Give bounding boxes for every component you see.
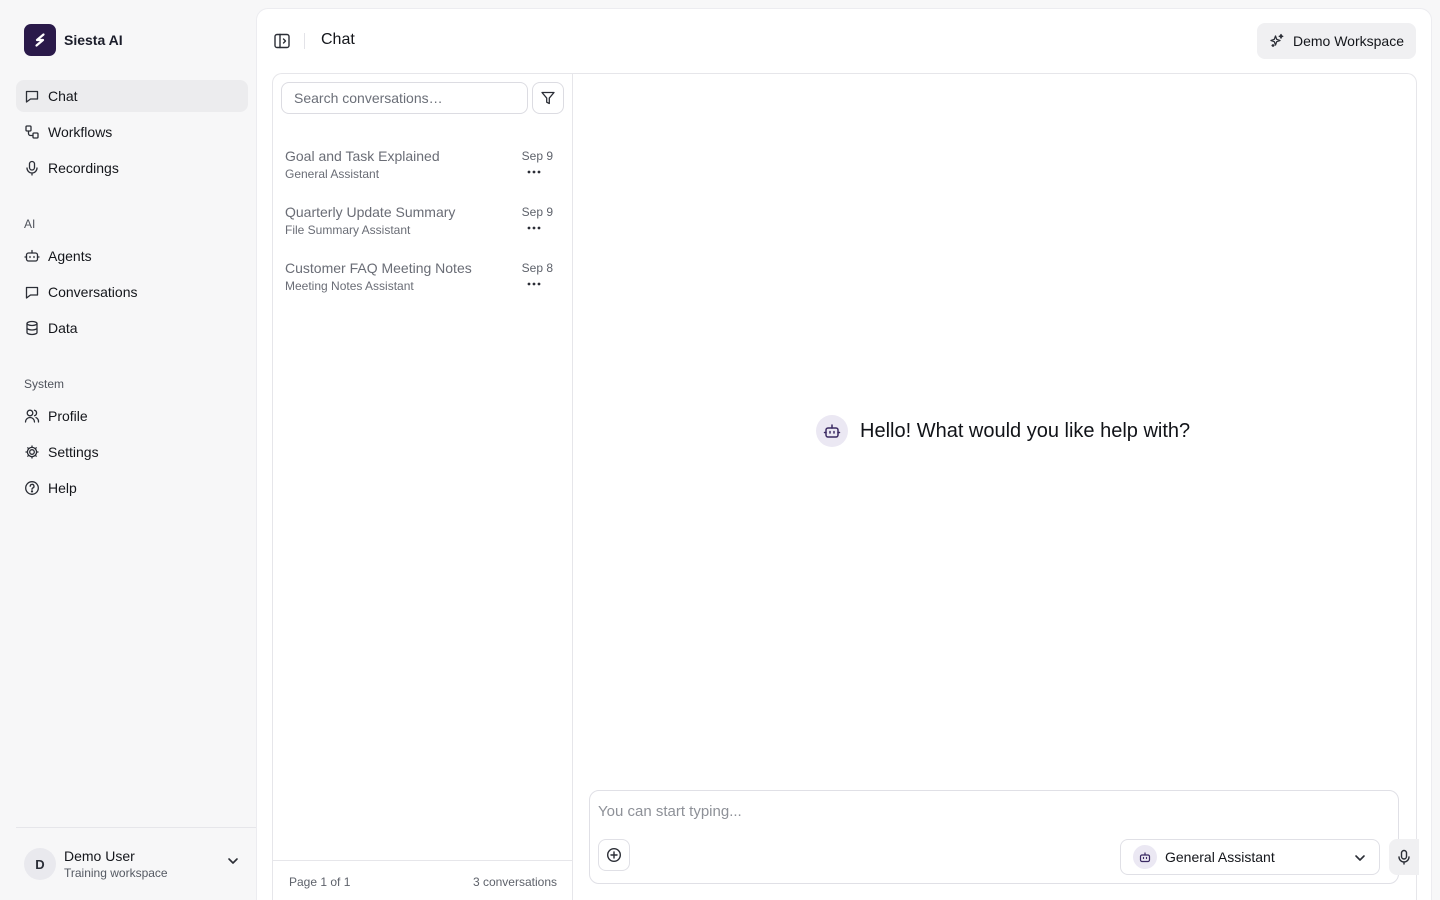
user-workspace: Training workspace [64,866,168,880]
sidebar-toggle-icon[interactable] [273,32,291,50]
plus-circle-icon [606,847,622,863]
sidebar-item-agents[interactable]: Agents [16,240,248,272]
sidebar-item-label: Chat [48,88,78,104]
sidebar-item-data[interactable]: Data [16,312,248,344]
bot-avatar [816,415,848,447]
message-composer: General Assistant [589,790,1419,884]
conversation-date: Sep 9 [521,205,553,219]
conversation-agent: File Summary Assistant [285,223,411,237]
add-attachment-button[interactable] [598,839,630,871]
brand-name: Siesta AI [64,32,123,48]
list-item[interactable]: Quarterly Update Summary File Summary As… [273,202,573,258]
list-item[interactable]: Goal and Task Explained General Assistan… [273,146,573,202]
microphone-icon [1396,849,1412,865]
sidebar-item-label: Workflows [48,124,113,140]
chat-area: Hello! What would you like help with? Ge… [573,74,1419,900]
sidebar-item-label: Data [48,320,78,336]
ai-nav: Agents Conversations Data [16,240,248,348]
database-icon [24,320,40,336]
avatar: D [24,848,56,880]
conversation-list: Goal and Task Explained General Assistan… [273,146,573,314]
section-label-system: System [24,377,65,391]
workflow-icon [24,124,40,140]
sidebar-item-label: Profile [48,408,88,424]
greeting: Hello! What would you like help with? [816,415,1190,447]
page-title: Chat [321,31,355,48]
sidebar: Siesta AI Chat Workflows Recordings AI A… [0,0,256,900]
agent-select[interactable]: General Assistant [1120,839,1380,875]
sidebar-item-recordings[interactable]: Recordings [16,152,248,184]
chat-bubble-icon [24,284,40,300]
conversation-agent: Meeting Notes Assistant [285,279,414,293]
conversation-title: Goal and Task Explained [285,148,440,164]
brand-logo [24,24,56,56]
sidebar-item-label: Conversations [48,284,138,300]
pagination-footer: Page 1 of 1 3 conversations [273,860,573,900]
more-options-icon[interactable] [527,226,541,230]
greeting-text: Hello! What would you like help with? [860,419,1191,442]
user-info: Demo User Training workspace [64,847,168,881]
user-name: Demo User [64,848,135,864]
conversation-date: Sep 8 [521,261,553,275]
sidebar-item-label: Settings [48,444,99,460]
main-nav: Chat Workflows Recordings [16,80,248,188]
sparkles-icon [1269,33,1285,49]
system-nav: Profile Settings Help [16,400,248,508]
sidebar-item-profile[interactable]: Profile [16,400,248,432]
conversation-title: Quarterly Update Summary [285,204,456,220]
chevron-down-icon [1353,851,1367,865]
brand[interactable]: Siesta AI [24,24,123,56]
sidebar-item-label: Recordings [48,160,119,176]
sidebar-item-conversations[interactable]: Conversations [16,276,248,308]
topbar: Chat Demo Workspace [257,9,1431,73]
conversation-agent: General Assistant [285,167,380,181]
filter-icon [540,90,556,106]
conversation-list-pane: Goal and Task Explained General Assistan… [273,74,573,900]
conversation-title: Customer FAQ Meeting Notes [285,260,472,276]
topbar-divider [304,33,305,49]
conversation-date: Sep 9 [521,149,553,163]
sidebar-item-label: Agents [48,248,92,264]
help-circle-icon [24,480,40,496]
sidebar-item-label: Help [48,480,77,496]
microphone-icon [24,160,40,176]
sidebar-item-settings[interactable]: Settings [16,436,248,468]
message-input[interactable] [598,801,1358,821]
main-panel: Chat Demo Workspace Goal and Task Explai… [256,8,1432,900]
chevron-down-icon [226,854,240,868]
more-options-icon[interactable] [527,282,541,286]
workspace-name: Demo Workspace [1292,33,1404,49]
gear-icon [24,444,40,460]
selected-agent: General Assistant [1165,849,1275,865]
bot-icon [1133,845,1157,869]
conversation-count: 3 conversations [472,874,557,889]
sidebar-item-chat[interactable]: Chat [16,80,248,112]
filter-button[interactable] [532,82,564,114]
bot-icon [822,421,842,441]
page-indicator: Page 1 of 1 [289,874,351,889]
more-options-icon[interactable] [527,170,541,174]
search-input[interactable] [281,82,528,114]
sidebar-item-workflows[interactable]: Workflows [16,116,248,148]
content-panel: Goal and Task Explained General Assistan… [272,73,1419,900]
sidebar-item-help[interactable]: Help [16,472,248,504]
section-label-ai: AI [24,217,36,231]
user-menu[interactable]: D Demo User Training workspace [16,827,256,900]
users-icon [24,408,40,424]
bot-icon [24,248,40,264]
list-item[interactable]: Customer FAQ Meeting Notes Meeting Notes… [273,258,573,314]
chat-bubble-icon [24,88,40,104]
voice-input-button[interactable] [1389,839,1419,875]
workspace-button[interactable]: Demo Workspace [1256,23,1416,59]
